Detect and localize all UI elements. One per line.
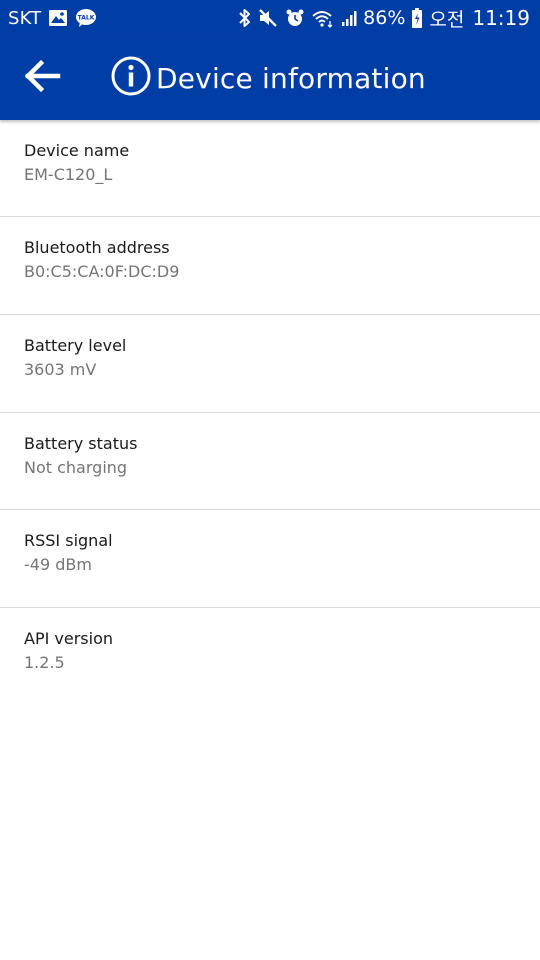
row-label: RSSI signal [24, 531, 113, 550]
info-row-rssi-signal: RSSI signal -49 dBm [0, 510, 540, 608]
status-bar-left: SKT TALK [8, 0, 97, 36]
wifi-icon [311, 8, 335, 28]
row-value: 1.2.5 [24, 653, 65, 672]
ampm-label: 오전 [429, 8, 465, 31]
device-info-list: Device name EM-C120_L Bluetooth address … [0, 120, 540, 704]
status-bar: SKT TALK 86% 오전 11:19 [0, 0, 540, 36]
app-bar: Device information [0, 36, 540, 120]
row-value: -49 dBm [24, 555, 92, 574]
info-row-battery-status: Battery status Not charging [0, 413, 540, 510]
row-label: Battery level [24, 336, 127, 355]
info-row-battery-level: Battery level 3603 mV [0, 315, 540, 413]
row-label: API version [24, 629, 113, 648]
title-group: Device information [110, 36, 426, 120]
row-value: 3603 mV [24, 360, 97, 379]
svg-text:TALK: TALK [78, 15, 95, 22]
page-title: Device information [156, 61, 426, 95]
row-value: B0:C5:CA:0F:DC:D9 [24, 262, 180, 281]
row-value: Not charging [24, 458, 128, 477]
carrier-name: SKT [8, 7, 42, 29]
clock-time: 11:19 [472, 6, 530, 30]
gallery-icon [48, 9, 68, 27]
battery-icon [411, 7, 423, 29]
row-value: EM-C120_L [24, 165, 113, 184]
status-bar-right: 86% 오전 11:19 [239, 0, 530, 36]
kakaotalk-icon: TALK [75, 8, 97, 28]
bluetooth-icon [239, 8, 251, 28]
row-label: Battery status [24, 434, 138, 453]
info-row-bluetooth-address: Bluetooth address B0:C5:CA:0F:DC:D9 [0, 217, 540, 315]
info-icon [110, 55, 152, 101]
info-row-api-version: API version 1.2.5 [0, 608, 540, 704]
alarm-icon [285, 8, 305, 28]
battery-percent: 86% [363, 7, 406, 29]
arrow-back-icon [22, 58, 62, 98]
signal-icon [341, 8, 357, 28]
info-row-device-name: Device name EM-C120_L [0, 120, 540, 217]
row-label: Device name [24, 141, 130, 160]
row-label: Bluetooth address [24, 238, 170, 257]
mute-icon [257, 8, 279, 28]
back-button[interactable] [18, 54, 66, 102]
